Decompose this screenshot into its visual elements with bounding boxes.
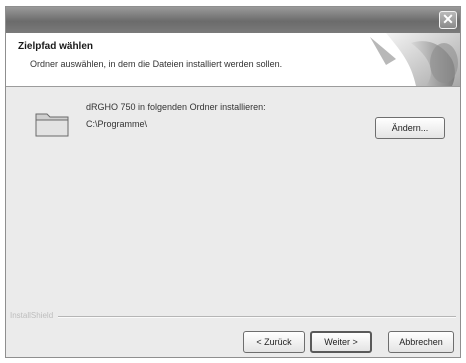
close-button[interactable]: ✕ bbox=[439, 11, 457, 29]
page-subtitle: Ordner auswählen, in dem die Dateien ins… bbox=[30, 59, 283, 69]
change-button[interactable]: Ändern... bbox=[375, 117, 445, 139]
next-button[interactable]: Weiter > bbox=[310, 331, 372, 353]
cancel-button[interactable]: Abbrechen bbox=[388, 331, 454, 353]
installer-window: ✕ Zielpfad wählen Ordner auswählen, in d… bbox=[5, 6, 461, 358]
footer-separator bbox=[58, 316, 456, 318]
header-graphic-icon bbox=[356, 33, 460, 86]
wizard-header: Zielpfad wählen Ordner auswählen, in dem… bbox=[6, 33, 460, 87]
close-icon: ✕ bbox=[442, 11, 454, 27]
install-destination-label: dRGHO 750 in folgenden Ordner installier… bbox=[86, 102, 266, 112]
install-path: C:\Programme\ bbox=[86, 119, 148, 129]
folder-icon bbox=[35, 113, 69, 137]
page-title: Zielpfad wählen bbox=[18, 41, 94, 52]
back-button[interactable]: < Zurück bbox=[243, 331, 305, 353]
brand-label: InstallShield bbox=[10, 311, 54, 320]
title-bar[interactable]: ✕ bbox=[6, 7, 460, 33]
